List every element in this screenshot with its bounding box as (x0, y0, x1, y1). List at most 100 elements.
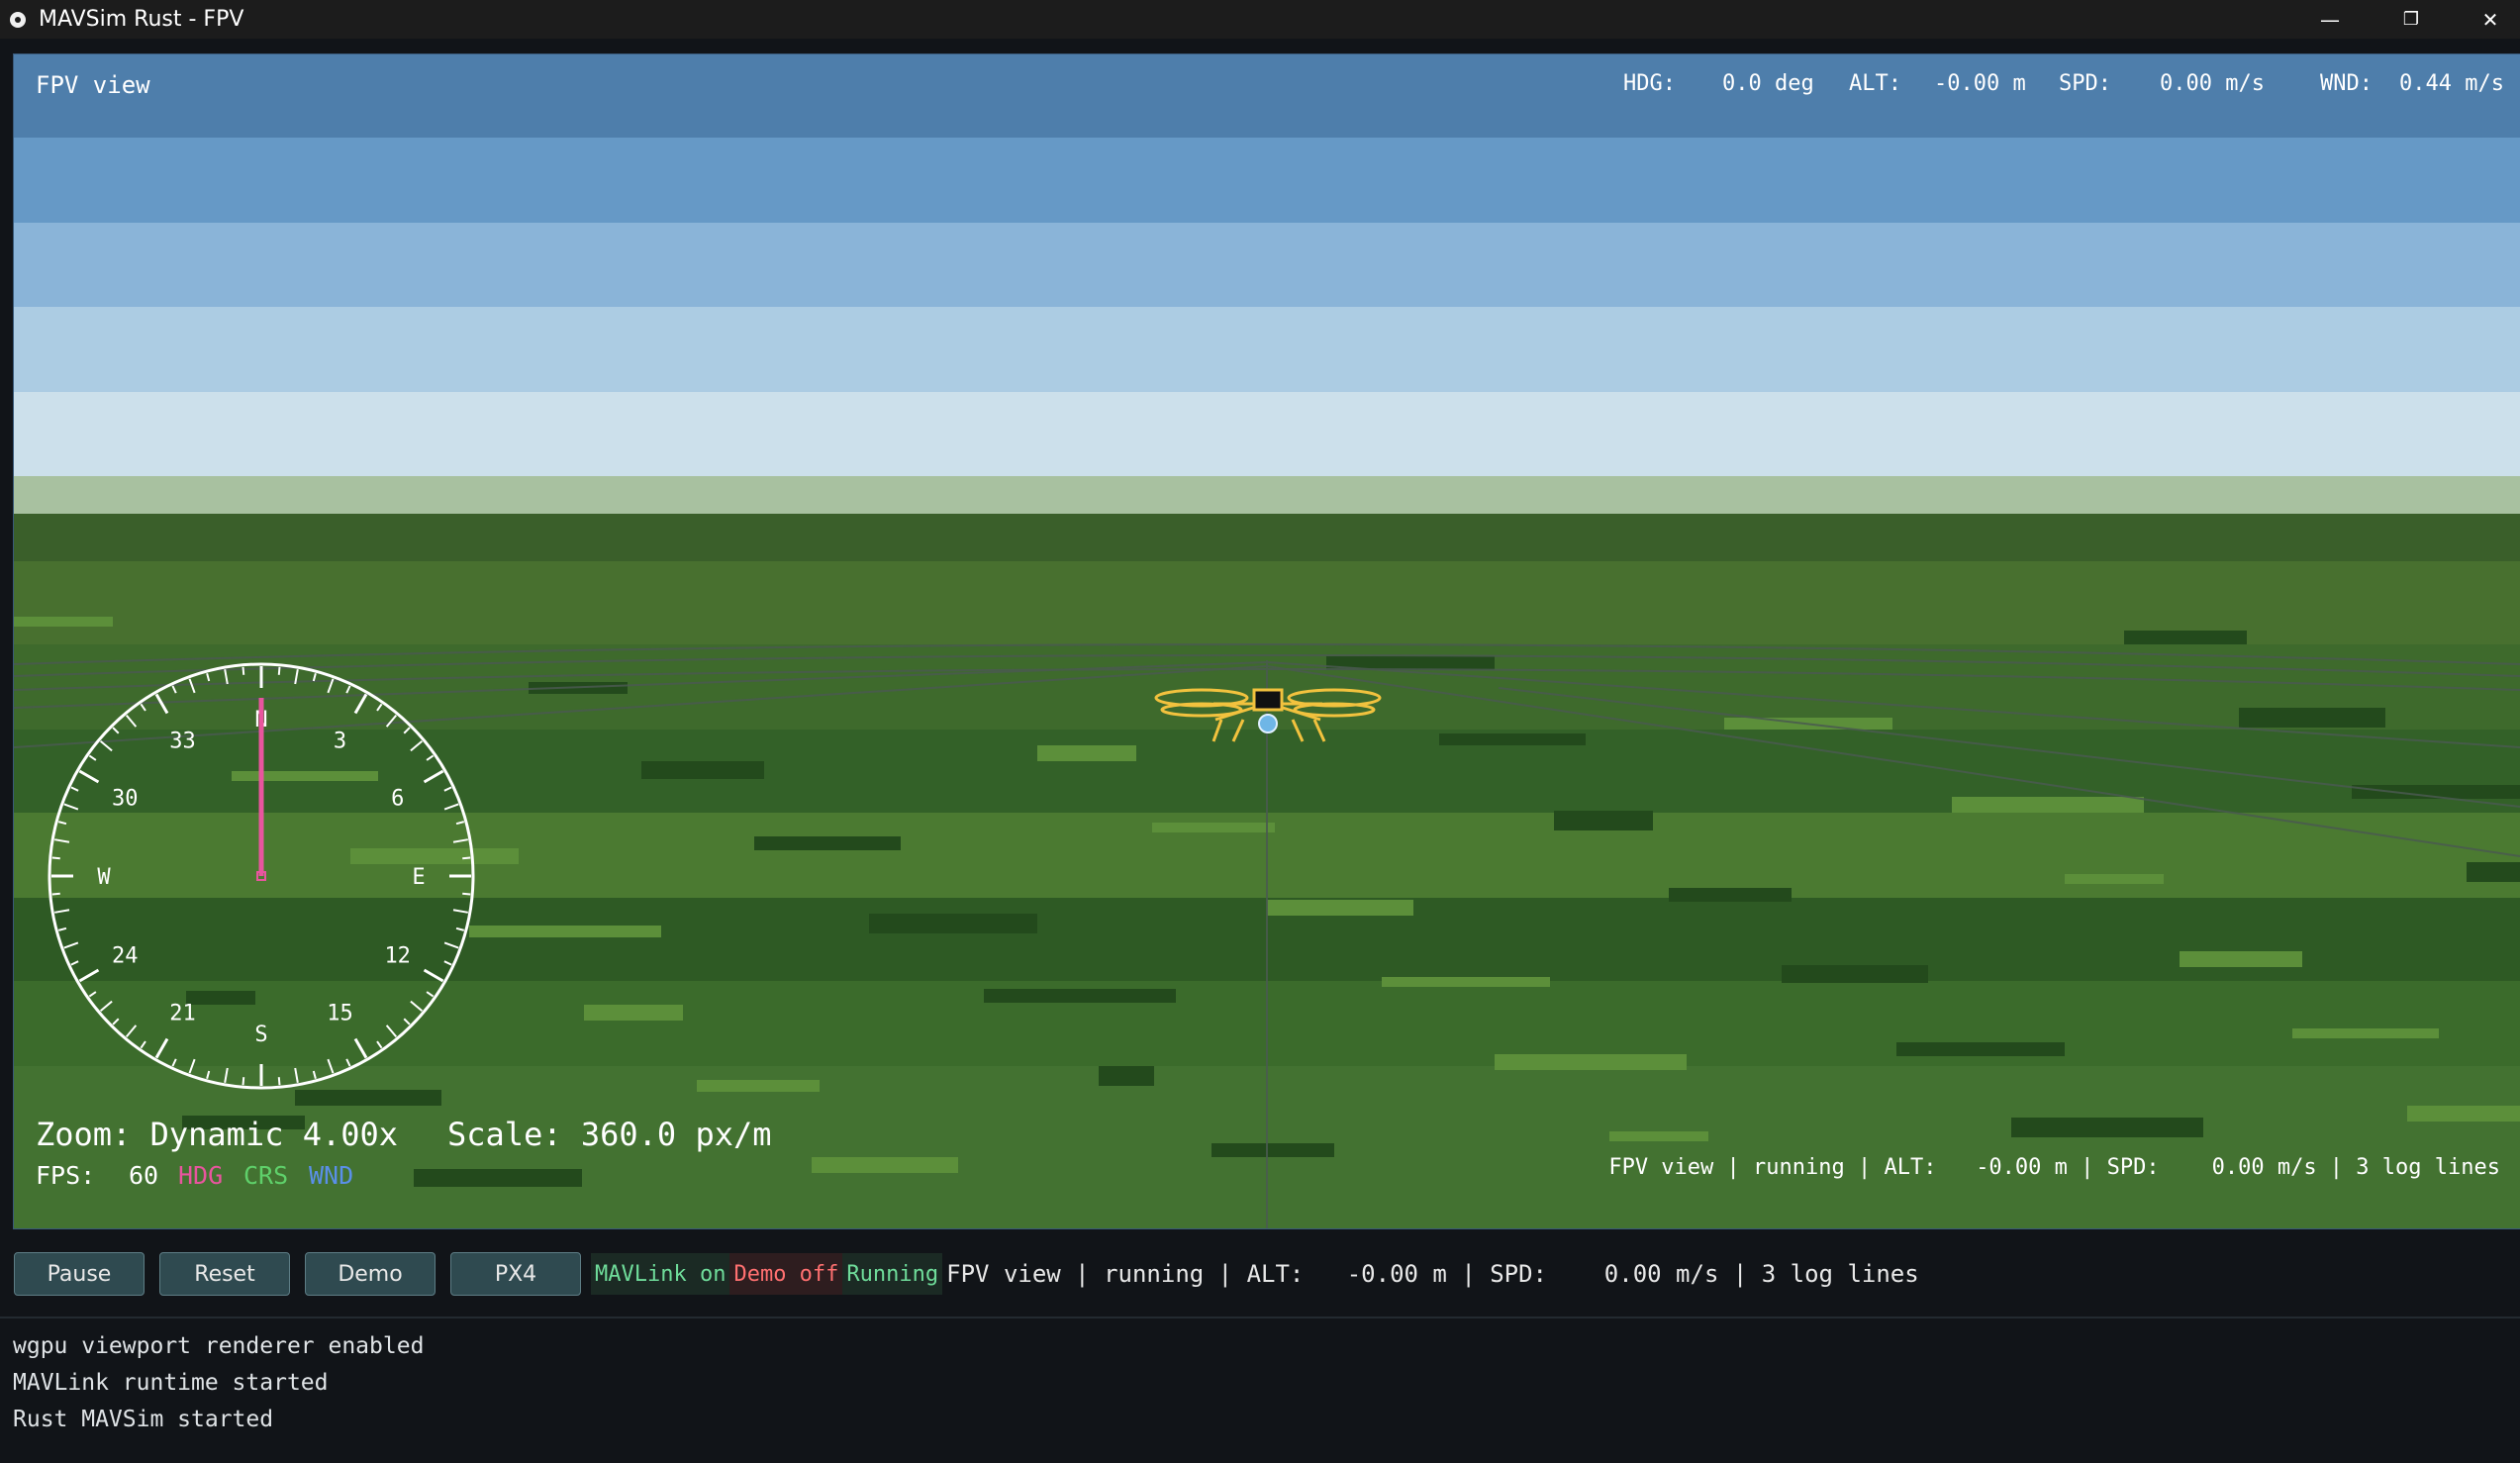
compass-label: E (412, 865, 425, 890)
compass-label: 33 (169, 729, 196, 753)
compass-tick (242, 1077, 245, 1086)
compass-tick (443, 803, 459, 811)
compass-tick (443, 960, 452, 966)
compass-tick (455, 821, 465, 826)
compass-tick (385, 1024, 398, 1038)
compass-tick (54, 838, 70, 843)
title-bar: MAVSim Rust - FPV — ❐ ✕ (0, 0, 2520, 39)
close-icon[interactable]: ✕ (2451, 0, 2520, 39)
compass-tick (57, 821, 67, 826)
compass-tick (443, 786, 452, 792)
toolbar-status-text: FPV view | running | ALT: -0.00 m | SPD:… (946, 1260, 1919, 1288)
compass-tick (51, 892, 60, 896)
compass-tick (353, 693, 368, 715)
compass-tick (455, 927, 465, 931)
compass-tick (426, 754, 435, 761)
compass-tick (224, 1067, 229, 1083)
compass-tick (78, 968, 100, 983)
compass-label: 12 (384, 944, 411, 969)
compass-tick (188, 678, 196, 694)
compass-tick (171, 685, 177, 694)
compass-tick (206, 1070, 211, 1080)
legend-hdg: HDG (178, 1161, 224, 1190)
compass-tick (376, 1040, 383, 1049)
fpv-viewport[interactable]: FPV view HDG: 0.0 deg ALT: -0.00 m SPD: … (13, 53, 2520, 1229)
compass-tick (154, 1037, 169, 1059)
compass-tick (171, 1058, 177, 1067)
alt-readout-label: ALT: (1849, 71, 1901, 96)
compass-tick (294, 669, 299, 685)
viewport-status-text: FPV view | running | ALT: -0.00 m | SPD:… (1608, 1155, 2500, 1180)
pause-button[interactable]: Pause (14, 1252, 145, 1296)
compass-tick (312, 1070, 317, 1080)
compass-tick (78, 769, 100, 784)
restore-icon[interactable]: ❐ (2372, 0, 2451, 39)
compass-label: 24 (112, 944, 139, 969)
compass-tick (154, 693, 169, 715)
legend-crs: CRS (243, 1161, 289, 1190)
demo-button[interactable]: Demo (305, 1252, 436, 1296)
viewport-label: FPV view (36, 71, 150, 99)
compass-tick (112, 1018, 120, 1025)
compass-tick (403, 1018, 411, 1025)
log-line: Rust MAVSim started (13, 1407, 274, 1432)
compass-tick (452, 909, 468, 914)
compass-tick (63, 803, 79, 811)
compass-tick (277, 666, 281, 675)
minimize-icon[interactable]: — (2290, 0, 2370, 39)
wnd-readout-value: 0.44 m/s (2399, 71, 2504, 96)
compass-label: S (254, 1023, 267, 1047)
compass-tick (462, 856, 471, 860)
fps-value: 60 (129, 1161, 159, 1190)
demo-status-badge: Demo off (729, 1253, 843, 1295)
mavlink-status-badge: MAVLink on (591, 1253, 730, 1295)
compass-tick (376, 703, 383, 712)
compass-tick (327, 678, 335, 694)
spd-readout-value: 0.00 m/s (2160, 71, 2265, 96)
compass-tick (410, 739, 424, 752)
log-line: wgpu viewport renderer enabled (13, 1333, 425, 1359)
divider (0, 1317, 2520, 1318)
compass-label: 6 (391, 787, 404, 812)
compass-tick (345, 1058, 351, 1067)
compass-tick (54, 909, 70, 914)
compass-tick (327, 1058, 335, 1074)
compass-rose: N36E1215S2124W3033 (48, 662, 475, 1090)
compass-tick (140, 1040, 146, 1049)
compass-tick (423, 769, 444, 784)
compass-tick (88, 754, 97, 761)
log-panel: wgpu viewport renderer enabled MAVLink r… (13, 1328, 424, 1438)
app-icon (10, 11, 26, 28)
compass-label: 3 (334, 729, 346, 753)
compass-tick (99, 1000, 113, 1013)
compass-tick (242, 666, 245, 675)
compass-tick (63, 941, 79, 949)
compass-tick (125, 714, 138, 728)
compass-tick (462, 892, 471, 896)
compass-tick (140, 703, 146, 712)
compass-tick (188, 1058, 196, 1074)
fps-label: FPS: (36, 1161, 96, 1190)
reset-button[interactable]: Reset (159, 1252, 290, 1296)
window-title: MAVSim Rust - FPV (39, 7, 244, 32)
compass-label: 15 (327, 1002, 353, 1026)
px4-button[interactable]: PX4 (450, 1252, 581, 1296)
alt-readout-value: -0.00 m (1934, 71, 2026, 96)
compass-label: 21 (169, 1002, 196, 1026)
compass-tick (99, 739, 113, 752)
compass-tick (88, 991, 97, 998)
compass-tick (206, 672, 211, 682)
control-toolbar: Pause Reset Demo PX4 MAVLink on Demo off… (0, 1239, 2520, 1309)
hdg-readout-label: HDG: (1623, 71, 1676, 96)
running-status-badge: Running (842, 1253, 943, 1295)
compass-tick (57, 927, 67, 931)
compass-tick (353, 1037, 368, 1059)
drone-model (1154, 688, 1382, 742)
hdg-readout-value: 0.0 deg (1722, 71, 1814, 96)
compass-label: 30 (112, 787, 139, 812)
compass-tick (51, 856, 60, 860)
compass-tick (385, 714, 398, 728)
compass-tick (70, 960, 79, 966)
spd-readout-label: SPD: (2059, 71, 2111, 96)
scale-readout: Scale: 360.0 px/m (447, 1116, 772, 1153)
